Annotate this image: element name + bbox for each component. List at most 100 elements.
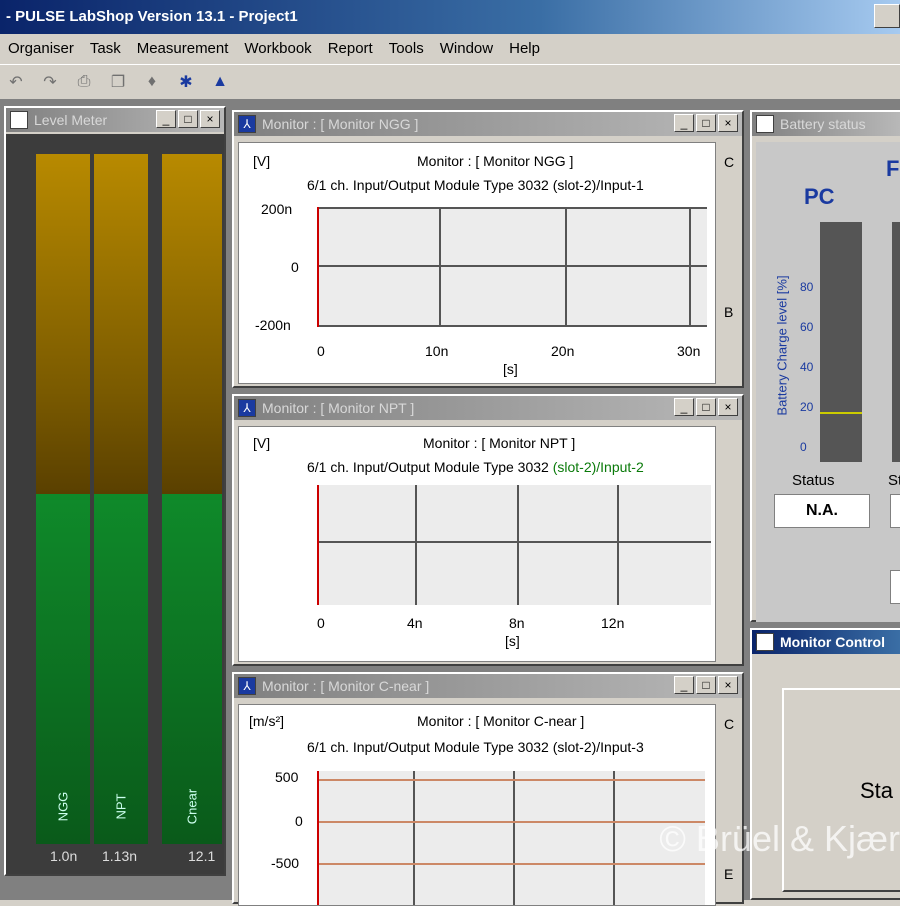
redo-icon[interactable]: ↷ bbox=[40, 72, 60, 92]
level-meter-title: Level Meter bbox=[34, 112, 108, 128]
monitor-icon: ⅄ bbox=[238, 399, 256, 417]
monitor-npt-title: Monitor : [ Monitor NPT ] bbox=[262, 400, 415, 416]
signal-trace bbox=[317, 207, 319, 327]
level-value-ngg: 1.0n bbox=[50, 848, 78, 864]
right-header: F bbox=[886, 156, 900, 181]
x-tick: 12n bbox=[601, 615, 625, 631]
right-status-label: St bbox=[888, 472, 900, 489]
start-measure-icon[interactable]: ▲ bbox=[210, 72, 230, 92]
monitor-control-title-bar[interactable]: Monitor Control bbox=[752, 630, 900, 654]
close-window-button[interactable] bbox=[874, 4, 900, 28]
status-value-3 bbox=[890, 570, 900, 604]
window-icon bbox=[756, 633, 774, 651]
monitor-ngg-plot-panel: [V] Monitor : [ Monitor NGG ] 6/1 ch. In… bbox=[238, 142, 716, 384]
x-unit-label: [s] bbox=[505, 633, 520, 649]
window-controls bbox=[874, 4, 900, 28]
plot-area[interactable] bbox=[317, 771, 705, 905]
level-label-ngg: NGG bbox=[55, 791, 71, 822]
menu-task[interactable]: Task bbox=[82, 40, 129, 57]
window-icon bbox=[756, 115, 774, 133]
level-bar-ngg: NGG bbox=[36, 154, 90, 844]
battery-axis-label: Battery Charge level [%] bbox=[774, 275, 790, 416]
monitor-ngg-window: ⅄ Monitor : [ Monitor NGG ] _ □ × [V] Mo… bbox=[232, 110, 744, 388]
level-meter-title-bar[interactable]: Level Meter _ □ × bbox=[6, 108, 224, 132]
window-controls: _ □ × bbox=[156, 110, 220, 128]
maximize-icon[interactable]: □ bbox=[696, 114, 716, 132]
battery-title-bar[interactable]: Battery status bbox=[752, 112, 900, 136]
battery-title: Battery status bbox=[780, 116, 866, 132]
minimize-icon[interactable]: _ bbox=[674, 676, 694, 694]
y-tick: 200n bbox=[261, 201, 293, 217]
menu-help[interactable]: Help bbox=[501, 40, 548, 57]
monitor-cnear-title: Monitor : [ Monitor C-near ] bbox=[262, 678, 430, 694]
y-tick: -200n bbox=[255, 317, 291, 333]
monitor-cnear-title-bar[interactable]: ⅄ Monitor : [ Monitor C-near ] _ □ × bbox=[234, 674, 742, 698]
probe-icon[interactable]: ♦ bbox=[142, 72, 162, 92]
window-icon bbox=[10, 111, 28, 129]
monitor-cnear-window: ⅄ Monitor : [ Monitor C-near ] _ □ × [m/… bbox=[232, 672, 744, 906]
plot-area[interactable] bbox=[317, 207, 707, 327]
maximize-icon[interactable]: □ bbox=[696, 398, 716, 416]
monitor-icon: ⅄ bbox=[238, 677, 256, 695]
start-button-label: Sta bbox=[860, 778, 894, 803]
x-tick: 8n bbox=[509, 615, 525, 631]
close-icon[interactable]: × bbox=[718, 114, 738, 132]
side-label: C bbox=[724, 154, 735, 170]
y-tick: 500 bbox=[275, 769, 299, 785]
level-meter-panel: NGG NPT Cnear 1.0n 1.13n 12.1 bbox=[6, 134, 224, 874]
module-line: 6/1 ch. Input/Output Module Type 3032 (s… bbox=[307, 739, 644, 755]
axis-tick: 60 bbox=[800, 320, 814, 334]
close-icon[interactable]: × bbox=[718, 676, 738, 694]
monitor-icon: ⅄ bbox=[238, 115, 256, 133]
menu-workbook[interactable]: Workbook bbox=[236, 40, 319, 57]
y-tick: 0 bbox=[291, 259, 299, 275]
axis-tick: 80 bbox=[800, 280, 814, 294]
x-unit-label: [s] bbox=[503, 361, 518, 377]
battery-level-bar bbox=[820, 222, 862, 462]
minimize-icon[interactable]: _ bbox=[674, 114, 694, 132]
module-line: 6/1 ch. Input/Output Module Type 3032 (s… bbox=[307, 459, 644, 475]
monitor-ngg-title-bar[interactable]: ⅄ Monitor : [ Monitor NGG ] _ □ × bbox=[234, 112, 742, 136]
maximize-icon[interactable]: □ bbox=[178, 110, 198, 128]
close-icon[interactable]: × bbox=[200, 110, 220, 128]
status-value-2 bbox=[890, 494, 900, 528]
measure-icon[interactable]: ✱ bbox=[176, 72, 196, 92]
menu-report[interactable]: Report bbox=[320, 40, 381, 57]
window-controls: _ □ × bbox=[674, 676, 738, 694]
x-tick: 30n bbox=[677, 343, 701, 359]
y-tick: 0 bbox=[295, 813, 303, 829]
minimize-icon[interactable]: _ bbox=[156, 110, 176, 128]
monitor-npt-window: ⅄ Monitor : [ Monitor NPT ] _ □ × [V] Mo… bbox=[232, 394, 744, 666]
level-label-npt: NPT bbox=[113, 793, 129, 820]
battery-status-window: Battery status PC F Battery Charge level… bbox=[750, 110, 900, 622]
undo-icon[interactable]: ↶ bbox=[6, 72, 26, 92]
side-label: C bbox=[724, 716, 735, 732]
app-title-bar: - PULSE LabShop Version 13.1 - Project1 bbox=[0, 0, 900, 34]
battery-panel: PC F Battery Charge level [%] 80 60 40 2… bbox=[756, 142, 900, 622]
x-tick: 10n bbox=[425, 343, 449, 359]
x-tick: 20n bbox=[551, 343, 575, 359]
y-unit-label: [V] bbox=[253, 153, 271, 169]
level-label-cnear: Cnear bbox=[184, 788, 200, 825]
menu-organiser[interactable]: Organiser bbox=[0, 40, 82, 57]
maximize-icon[interactable]: □ bbox=[696, 676, 716, 694]
menu-measurement[interactable]: Measurement bbox=[129, 40, 237, 57]
side-label: E bbox=[724, 866, 734, 882]
app-title: - PULSE LabShop Version 13.1 - Project1 bbox=[6, 8, 298, 25]
print-icon[interactable]: ⎙ bbox=[74, 72, 94, 92]
monitor-npt-title-bar[interactable]: ⅄ Monitor : [ Monitor NPT ] _ □ × bbox=[234, 396, 742, 420]
axis-tick: 20 bbox=[800, 400, 814, 414]
signal-trace bbox=[317, 771, 319, 905]
menu-tools[interactable]: Tools bbox=[381, 40, 432, 57]
start-button[interactable]: Sta bbox=[782, 688, 900, 892]
close-icon[interactable]: × bbox=[718, 398, 738, 416]
minimize-icon[interactable]: _ bbox=[674, 398, 694, 416]
y-unit-label: [V] bbox=[253, 435, 271, 451]
y-unit-label: [m/s²] bbox=[249, 713, 284, 729]
module-line: 6/1 ch. Input/Output Module Type 3032 (s… bbox=[307, 177, 644, 193]
x-tick: 4n bbox=[407, 615, 423, 631]
plot-area[interactable] bbox=[317, 485, 711, 605]
menu-window[interactable]: Window bbox=[432, 40, 501, 57]
level-value-cnear: 12.1 bbox=[188, 848, 216, 864]
copy-icon[interactable]: ❐ bbox=[108, 72, 128, 92]
